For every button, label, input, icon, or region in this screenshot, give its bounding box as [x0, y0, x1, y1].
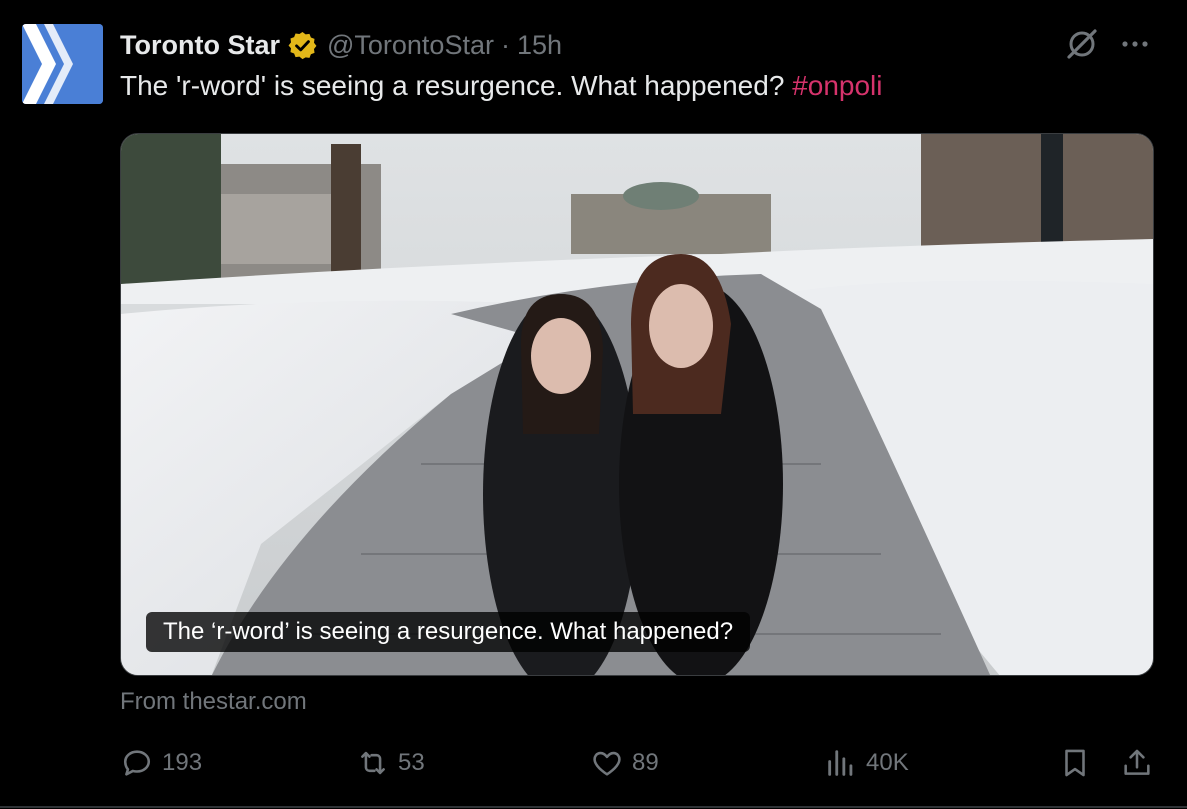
tweet[interactable]: Toronto Star @TorontoStar · 15h The 'r-w… — [0, 0, 1187, 809]
author-name[interactable]: Toronto Star — [120, 30, 280, 61]
repost-count: 53 — [398, 749, 425, 776]
grok-icon[interactable] — [1064, 26, 1100, 62]
more-icon[interactable] — [1120, 32, 1150, 56]
card-caption: The ‘r-word’ is seeing a resurgence. Wha… — [146, 612, 751, 652]
hashtag-link[interactable]: #onpoli — [792, 70, 882, 101]
share-icon — [1124, 749, 1150, 775]
share-button[interactable] — [1120, 740, 1162, 786]
reply-icon — [123, 750, 151, 776]
bookmark-button[interactable] — [1058, 740, 1100, 786]
card-source[interactable]: From thestar.com — [120, 688, 307, 716]
card-photo — [121, 134, 1153, 675]
avatar[interactable] — [22, 24, 103, 104]
repost-button[interactable]: 53 — [356, 740, 425, 786]
views-button[interactable]: 40K — [824, 740, 909, 786]
like-button[interactable]: 89 — [590, 740, 659, 786]
author-handle[interactable]: @TorontoStar — [327, 30, 494, 61]
link-card[interactable]: The ‘r-word’ is seeing a resurgence. Wha… — [120, 133, 1154, 676]
reply-button[interactable]: 193 — [120, 740, 202, 786]
tweet-text: The 'r-word' is seeing a resurgence. Wha… — [120, 70, 883, 102]
heart-icon — [593, 751, 621, 776]
verified-badge-icon[interactable] — [287, 30, 318, 61]
toronto-star-logo — [22, 24, 103, 104]
reply-count: 193 — [162, 749, 203, 776]
tweet-timestamp[interactable]: 15h — [517, 30, 562, 61]
divider — [0, 806, 1187, 808]
separator-dot: · — [500, 29, 510, 60]
views-icon — [828, 750, 853, 776]
views-count: 40K — [866, 749, 909, 776]
tweet-body: The 'r-word' is seeing a resurgence. Wha… — [120, 70, 785, 101]
repost-icon — [361, 751, 385, 775]
bookmark-icon — [1065, 749, 1085, 777]
like-count: 89 — [632, 749, 659, 776]
tweet-header: Toronto Star @TorontoStar · 15h — [120, 28, 562, 62]
action-bar: 193 53 89 40K — [0, 740, 1187, 786]
